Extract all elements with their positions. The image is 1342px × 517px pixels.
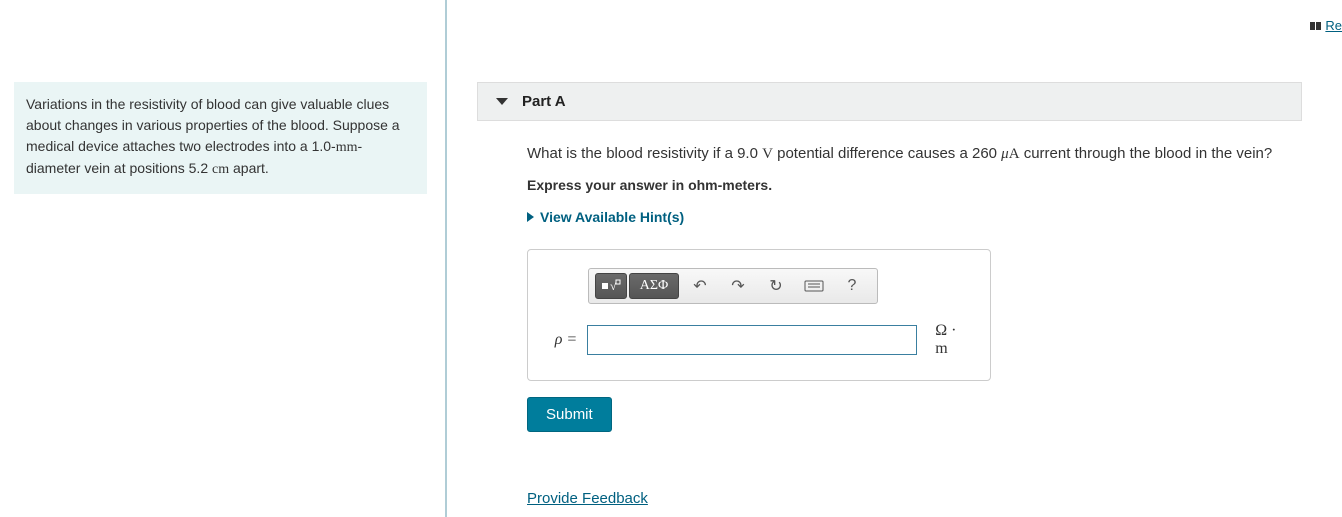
question-text: What is the blood resistivity if a 9.0 V… xyxy=(527,145,1302,163)
part-header[interactable]: Part A xyxy=(477,82,1302,121)
caret-down-icon xyxy=(496,98,508,105)
unit-label: Ω · m xyxy=(935,322,972,358)
greek-button[interactable]: ΑΣΦ xyxy=(629,273,679,299)
answer-panel: Part A What is the blood resistivity if … xyxy=(447,0,1342,517)
reset-button[interactable]: ↻ xyxy=(757,273,795,299)
part-title: Part A xyxy=(522,93,566,110)
review-link[interactable]: Re xyxy=(1310,18,1342,33)
keyboard-button[interactable] xyxy=(795,273,833,299)
columns-icon xyxy=(1310,22,1321,30)
variable-label: ρ = xyxy=(546,331,577,349)
review-label: Re xyxy=(1325,18,1342,33)
problem-statement: Variations in the resistivity of blood c… xyxy=(14,82,427,194)
submit-button[interactable]: Submit xyxy=(527,397,612,432)
answer-instruction: Express your answer in ohm-meters. xyxy=(527,177,1302,193)
equation-toolbar: √ ΑΣΦ ↶ ↷ ↻ ? xyxy=(588,268,878,304)
template-button[interactable]: √ xyxy=(595,273,627,299)
caret-right-icon xyxy=(527,212,534,222)
problem-text: Variations in the resistivity of blood c… xyxy=(26,96,400,176)
answer-input[interactable] xyxy=(587,325,917,355)
redo-button[interactable]: ↷ xyxy=(719,273,757,299)
undo-button[interactable]: ↶ xyxy=(681,273,719,299)
help-button[interactable]: ? xyxy=(833,273,871,299)
answer-box: √ ΑΣΦ ↶ ↷ ↻ ? ρ = Ω · m xyxy=(527,249,991,381)
problem-panel: Variations in the resistivity of blood c… xyxy=(0,0,445,517)
hints-label: View Available Hint(s) xyxy=(540,209,684,225)
provide-feedback-link[interactable]: Provide Feedback xyxy=(527,490,648,507)
view-hints-link[interactable]: View Available Hint(s) xyxy=(527,209,684,225)
